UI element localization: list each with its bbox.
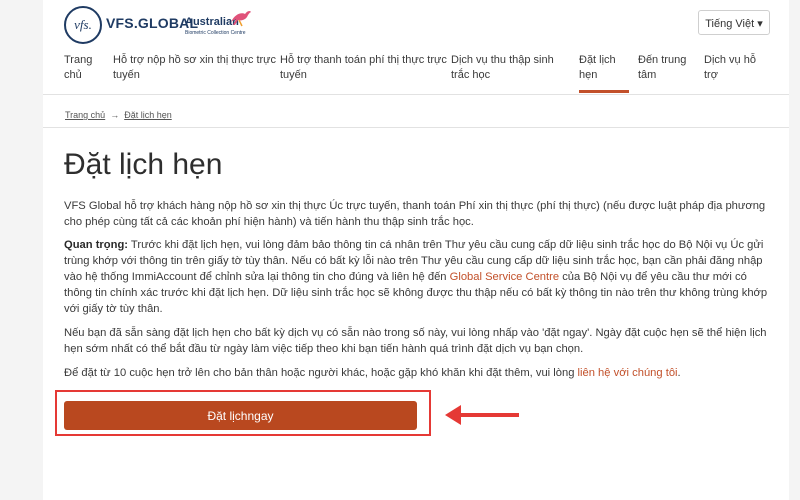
red-left-arrow-icon — [445, 405, 519, 425]
nav-label: Hỗ trợ nộp hồ sơ xin thị thực trực — [113, 54, 277, 66]
nav-label: trợ — [704, 69, 718, 81]
nav-label: trắc học — [451, 69, 491, 81]
page-frame: vfs. VFS.GLOBAL Australian Biometric Col… — [43, 0, 789, 500]
nav-label: Dịch vụ thu thập sinh — [451, 54, 554, 66]
breadcrumb-home[interactable]: Trang chủ — [65, 110, 105, 120]
page-title: Đặt lịch hẹn — [64, 148, 223, 181]
nav-appointment[interactable]: Đặt lịch hẹn — [579, 53, 629, 93]
intro-paragraph: VFS Global hỗ trợ khách hàng nộp hồ sơ x… — [64, 200, 766, 228]
nav-label: hẹn — [579, 69, 598, 81]
nav-label: Đến trung — [638, 54, 687, 66]
nav-label: tuyến — [113, 69, 140, 81]
global-service-centre-link[interactable]: Global Service Centre — [450, 271, 559, 283]
nav-label: Trang — [64, 54, 93, 66]
partner-subtitle: Biometric Collection Centre — [185, 30, 246, 36]
bulk-booking-paragraph: Để đặt từ 10 cuộc hẹn trở lên cho bản th… — [64, 365, 770, 381]
vfs-logo[interactable]: vfs. — [64, 6, 102, 44]
breadcrumb-arrow-icon: → — [110, 110, 120, 120]
nav-support-services[interactable]: Dịch vụ hỗ trợ — [704, 53, 764, 83]
nav-label: chủ — [64, 69, 82, 81]
bulk-text-end: . — [677, 367, 681, 379]
breadcrumb: Trang chủ → Đặt lịch hẹn — [65, 110, 172, 120]
nav-label: tuyến — [280, 69, 307, 81]
nav-biometrics[interactable]: Dịch vụ thu thập sinh trắc học — [451, 53, 561, 83]
book-now-button[interactable]: Đặt lịchngay — [64, 401, 417, 430]
contact-us-link[interactable]: liên hệ với chúng tôi — [578, 367, 678, 379]
nav-label: Dịch vụ hỗ — [704, 54, 756, 66]
kangaroo-logo-icon — [231, 10, 251, 27]
nav-online-payment[interactable]: Hỗ trợ thanh toán phí thị thực trực tuyế… — [280, 53, 450, 83]
bulk-text: Để đặt từ 10 cuộc hẹn trở lên cho bản th… — [64, 367, 578, 379]
site-header: vfs. VFS.GLOBAL Australian Biometric Col… — [43, 0, 789, 95]
divider — [43, 127, 789, 128]
important-paragraph: Quan trọng: Trước khi đặt lịch hẹn, vui … — [64, 237, 770, 317]
breadcrumb-current[interactable]: Đặt lịch hẹn — [124, 110, 172, 120]
nav-home[interactable]: Trang chủ — [64, 53, 104, 83]
nav-label: Hỗ trợ thanh toán phí thị thực trực — [280, 54, 447, 66]
nav-label: tâm — [638, 69, 657, 81]
ready-paragraph: Nếu bạn đã sẵn sàng đặt lịch hẹn cho bất… — [64, 327, 767, 355]
language-selector[interactable]: Tiếng Việt ▾ — [698, 10, 770, 35]
nav-label: Đặt lịch — [579, 54, 616, 66]
partner-logo: Australian Biometric Collection Centre — [185, 10, 255, 42]
important-label: Quan trọng: — [64, 239, 129, 251]
nav-online-application[interactable]: Hỗ trợ nộp hồ sơ xin thị thực trực tuyến — [113, 53, 278, 83]
nav-visit-centre[interactable]: Đến trung tâm — [638, 53, 693, 83]
